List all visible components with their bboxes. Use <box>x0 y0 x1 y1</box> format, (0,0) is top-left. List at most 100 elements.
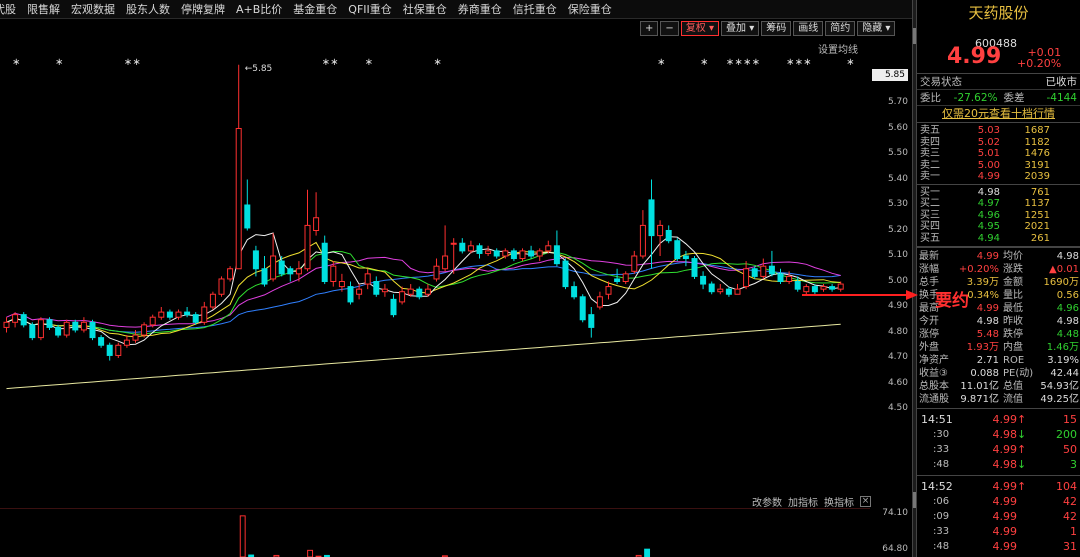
event-marker[interactable]: ∗ <box>726 57 734 68</box>
event-marker[interactable]: ∗ <box>12 57 20 68</box>
candle-body[interactable] <box>588 314 595 328</box>
overlay-dropdown[interactable]: 叠加 ▾ <box>721 21 760 36</box>
menu-item[interactable]: 基金重仓 <box>293 1 337 17</box>
candle-body[interactable] <box>768 265 775 275</box>
candle-body[interactable] <box>347 286 354 303</box>
candle-body[interactable] <box>665 230 672 242</box>
event-marker[interactable]: ∗ <box>700 57 708 68</box>
candle-body[interactable] <box>528 250 535 257</box>
candle-body[interactable] <box>734 288 741 295</box>
candle-body[interactable] <box>433 265 440 280</box>
candle-body[interactable] <box>519 250 526 260</box>
candle-body[interactable] <box>562 260 569 288</box>
candle-body[interactable] <box>450 242 457 245</box>
candle-body[interactable] <box>674 240 681 260</box>
event-marker[interactable]: ∗ <box>795 57 803 68</box>
order-book-row[interactable]: 卖一 4.99 2039 <box>917 171 1080 183</box>
order-book-row[interactable]: 买五 4.94 261 <box>917 233 1080 245</box>
candle-body[interactable] <box>12 314 19 323</box>
order-book-row[interactable]: 卖二 5.00 3191 <box>917 160 1080 172</box>
candle-body[interactable] <box>700 275 707 285</box>
candle-body[interactable] <box>166 311 173 318</box>
candle-body[interactable] <box>261 268 268 285</box>
candle-body[interactable] <box>330 265 337 282</box>
add-indicator-button[interactable]: 加指标 <box>788 494 818 509</box>
candle-body[interactable] <box>682 255 689 260</box>
candle-body[interactable] <box>287 268 294 275</box>
candle-body[interactable] <box>381 288 388 293</box>
candle-body[interactable] <box>338 281 345 288</box>
close-icon[interactable]: × <box>860 496 871 507</box>
candle-body[interactable] <box>98 337 105 346</box>
candle-body[interactable] <box>502 250 509 257</box>
menu-item[interactable]: 停牌复牌 <box>181 1 225 17</box>
volume-sub-chart[interactable] <box>0 508 870 557</box>
order-book-row[interactable]: 卖四 5.02 1182 <box>917 137 1080 149</box>
collapse-handle[interactable] <box>913 28 916 44</box>
simple-mode-button[interactable]: 简约 <box>825 21 856 36</box>
candle-body[interactable] <box>321 242 328 282</box>
candle-body[interactable] <box>579 296 586 321</box>
swap-indicator-button[interactable]: 换指标 <box>824 494 854 509</box>
candle-body[interactable] <box>278 260 285 275</box>
candle-body[interactable] <box>717 288 724 293</box>
candle-body[interactable] <box>175 311 182 318</box>
candle-body[interactable] <box>184 311 191 316</box>
menu-item[interactable]: 社保重仓 <box>403 1 447 17</box>
candle-body[interactable] <box>141 324 148 336</box>
draw-line-button[interactable]: 画线 <box>793 21 824 36</box>
order-book-row[interactable]: 买二 4.97 1137 <box>917 198 1080 210</box>
candle-body[interactable] <box>571 286 578 298</box>
chips-button[interactable]: 筹码 <box>761 21 792 36</box>
ten-levels-link[interactable]: 仅需20元查看十档行情 <box>917 106 1080 123</box>
candle-body[interactable] <box>132 334 139 341</box>
candle-body[interactable] <box>123 339 130 346</box>
candle-body[interactable] <box>777 273 784 283</box>
candle-body[interactable] <box>158 311 165 318</box>
candle-body[interactable] <box>373 281 380 295</box>
candle-body[interactable] <box>493 250 500 257</box>
candle-body[interactable] <box>252 250 259 270</box>
event-marker[interactable]: ∗ <box>330 57 338 68</box>
event-marker[interactable]: ∗ <box>752 57 760 68</box>
event-marker[interactable]: ∗ <box>434 57 442 68</box>
candle-body[interactable] <box>407 288 414 295</box>
order-book-row[interactable]: 买一 4.98 761 <box>917 187 1080 199</box>
event-marker[interactable]: ∗ <box>657 57 665 68</box>
menu-item[interactable]: 宏观数据 <box>71 1 115 17</box>
menu-item[interactable]: 限售解 <box>27 1 60 17</box>
candle-body[interactable] <box>235 128 242 270</box>
candle-body[interactable] <box>760 265 767 277</box>
candle-body[interactable] <box>459 242 466 252</box>
candle-body[interactable] <box>209 293 216 308</box>
candle-body[interactable] <box>20 314 27 326</box>
candle-body[interactable] <box>364 273 371 285</box>
candle-body[interactable] <box>596 296 603 308</box>
settings-ma-button[interactable]: 设置均线 <box>818 41 858 56</box>
candle-body[interactable] <box>192 314 199 323</box>
candle-body[interactable] <box>545 245 552 252</box>
candle-body[interactable] <box>270 255 277 280</box>
menu-item[interactable]: QFII重仓 <box>348 1 391 17</box>
hide-dropdown[interactable]: 隐藏 ▾ <box>857 21 896 36</box>
candle-body[interactable] <box>201 306 208 323</box>
event-marker[interactable]: ∗ <box>55 57 63 68</box>
candle-body[interactable] <box>72 321 79 331</box>
candle-body[interactable] <box>751 268 758 277</box>
candle-body[interactable] <box>295 268 302 275</box>
candle-body[interactable] <box>725 288 732 295</box>
candle-body[interactable] <box>29 324 36 339</box>
candle-body[interactable] <box>80 321 87 331</box>
candle-body[interactable] <box>149 316 156 326</box>
candle-body[interactable] <box>63 321 70 336</box>
candle-body[interactable] <box>476 245 483 254</box>
change-params-button[interactable]: 改参数 <box>752 494 782 509</box>
order-book-row[interactable]: 卖五 5.03 1687 <box>917 125 1080 137</box>
candle-body[interactable] <box>244 204 251 229</box>
candle-body[interactable] <box>55 326 62 336</box>
order-book-row[interactable]: 买三 4.96 1251 <box>917 210 1080 222</box>
candle-body[interactable] <box>467 245 474 252</box>
event-marker[interactable]: ∗ <box>803 57 811 68</box>
candle-body[interactable] <box>708 283 715 293</box>
candle-body[interactable] <box>691 258 698 277</box>
